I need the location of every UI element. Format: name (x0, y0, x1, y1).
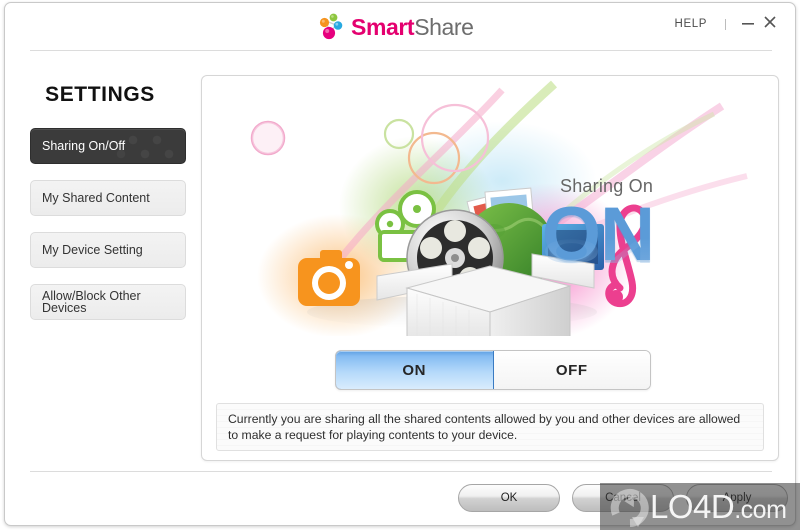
status-description-text: Currently you are sharing all the shared… (228, 412, 741, 442)
smartshare-dots-icon (319, 13, 343, 40)
minimize-button[interactable] (737, 14, 759, 34)
content-panel: Sharing On ON ON ON OFF Currently you ar… (201, 75, 779, 461)
footer-actions: OK Cancel Apply (458, 484, 788, 512)
sharing-status-display: Sharing On ON ON (542, 176, 762, 336)
settings-sidebar: SETTINGS Sharing On/Off My Shared Conten… (5, 59, 201, 336)
hero-illustration: Sharing On ON ON (202, 76, 778, 336)
apply-button[interactable]: Apply (686, 484, 788, 512)
app-logo: SmartShare (317, 12, 474, 42)
sidebar-item-label: Sharing On/Off (42, 138, 126, 153)
sidebar-item-label: Allow/Block Other Devices (42, 288, 141, 315)
ok-button[interactable]: OK (458, 484, 560, 512)
sidebar-item-my-shared-content[interactable]: My Shared Content (30, 180, 186, 216)
minimize-icon (742, 23, 754, 25)
brand-wordmark: SmartShare (351, 13, 474, 40)
camera-icon (298, 250, 360, 306)
close-icon (764, 16, 776, 28)
sidebar-item-sharing-on-off[interactable]: Sharing On/Off (30, 128, 186, 164)
toggle-off-button[interactable]: OFF (493, 351, 650, 389)
sidebar-nav-list: Sharing On/Off My Shared Content My Devi… (5, 128, 201, 320)
control-separator (725, 18, 726, 30)
sidebar-item-my-device-setting[interactable]: My Device Setting (30, 232, 186, 268)
sharing-toggle[interactable]: ON OFF (335, 350, 651, 390)
status-description-box: Currently you are sharing all the shared… (216, 403, 764, 451)
window-controls: HELP (671, 14, 781, 34)
sidebar-item-allow-block-other-devices[interactable]: Allow/Block Other Devices (30, 284, 186, 320)
page-title: SETTINGS (45, 83, 155, 106)
brand-share: Share (414, 13, 474, 40)
close-button[interactable] (759, 14, 781, 34)
footer-divider (30, 471, 772, 472)
header-divider (30, 50, 772, 51)
cancel-button[interactable]: Cancel (572, 484, 674, 512)
brand-smart: Smart (351, 13, 415, 40)
help-button[interactable]: HELP (671, 16, 711, 32)
sharing-status-reflection: ON (542, 232, 762, 270)
sidebar-item-label: My Device Setting (42, 242, 143, 257)
title-bar: SmartShare HELP (5, 3, 795, 49)
toggle-on-button[interactable]: ON (336, 351, 494, 389)
application-window: SmartShare HELP SETTINGS Sharing On/Off … (4, 2, 796, 526)
sidebar-item-label: My Shared Content (42, 190, 150, 205)
